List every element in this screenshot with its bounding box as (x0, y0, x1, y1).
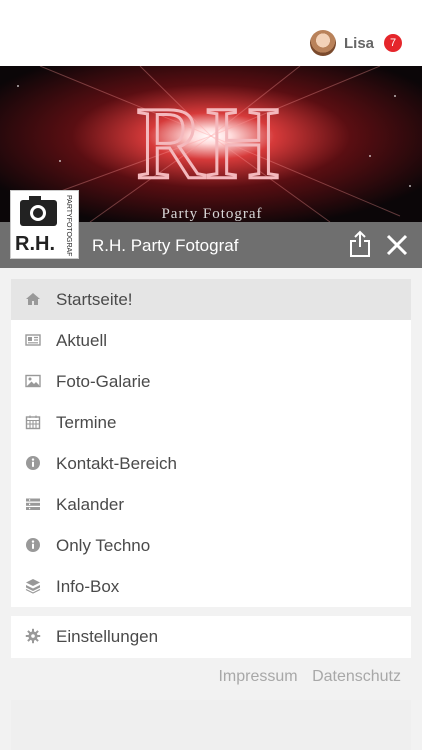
info-icon (26, 456, 40, 470)
close-icon (386, 234, 408, 256)
navigation-menu: Startseite! Aktuell Foto-Galarie Termine… (11, 279, 411, 607)
banner-tagline: Party Fotograf (161, 206, 262, 222)
menu-item-label: Foto-Galarie (56, 372, 151, 391)
menu-item-label: Termine (56, 413, 117, 432)
image-icon (25, 374, 41, 388)
top-bar: Lisa 7 (0, 0, 422, 66)
menu-item-label: Only Techno (56, 536, 151, 555)
info-icon (26, 538, 40, 552)
menu-item-einstellungen[interactable]: Einstellungen (11, 616, 411, 658)
menu-item-termine[interactable]: Termine (11, 402, 411, 443)
avatar[interactable] (309, 30, 336, 56)
menu-item-kontakt-bereich[interactable]: Kontakt-Bereich (11, 443, 411, 484)
menu-item-startseite[interactable]: Startseite! (11, 279, 411, 320)
camera-icon (20, 196, 57, 226)
menu-item-info-box[interactable]: Info-Box (11, 566, 411, 607)
bottom-panel (11, 700, 411, 750)
footer-links: Impressum Datenschutz (208, 668, 401, 686)
menu-item-foto-galarie[interactable]: Foto-Galarie (11, 361, 411, 402)
calendar-icon (25, 415, 41, 430)
newspaper-icon (25, 334, 41, 346)
menu-item-label: Startseite! (56, 290, 133, 309)
banner-monogram: RH (136, 86, 280, 201)
close-button[interactable] (384, 232, 410, 258)
notification-badge[interactable]: 7 (384, 34, 402, 52)
menu-item-label: Kontakt-Bereich (56, 454, 177, 473)
datenschutz-link[interactable]: Datenschutz (312, 668, 401, 685)
gear-icon (25, 628, 41, 644)
brand-logo: R.H. PARTYFOTOGRAF (10, 190, 79, 259)
menu-item-aktuell[interactable]: Aktuell (11, 320, 411, 361)
menu-item-only-techno[interactable]: Only Techno (11, 525, 411, 566)
menu-item-label: Info-Box (56, 577, 120, 596)
menu-item-label: Kalander (56, 495, 125, 514)
page-title: R.H. Party Fotograf (92, 236, 239, 255)
share-icon (350, 230, 370, 257)
box-icon (25, 579, 41, 594)
menu-item-label: Einstellungen (56, 627, 159, 646)
logo-side-text: PARTYFOTOGRAF (65, 195, 72, 256)
home-icon (26, 293, 40, 305)
menu-item-kalander[interactable]: Kalander (11, 484, 411, 525)
list-icon (26, 498, 40, 510)
user-profile[interactable]: Lisa 7 (309, 30, 402, 56)
impressum-link[interactable]: Impressum (218, 668, 297, 685)
logo-initials: R.H. (15, 233, 55, 255)
share-button[interactable] (348, 230, 372, 258)
menu-item-label: Aktuell (56, 331, 108, 350)
username[interactable]: Lisa (344, 35, 374, 52)
